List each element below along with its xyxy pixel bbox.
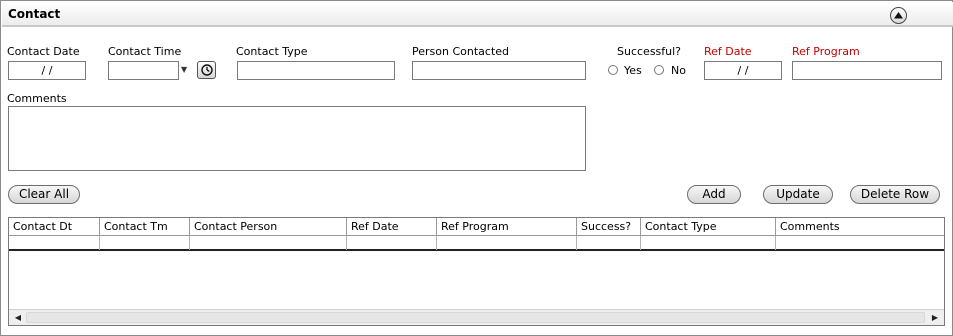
successful-yes-radio[interactable] [608,65,618,75]
contact-time-field[interactable] [108,61,179,80]
table-cell[interactable] [641,236,776,250]
comments-label: Comments [7,92,67,105]
contact-panel: Contact Contact Date Contact Time Contac… [0,0,953,336]
column-header-contact-type[interactable]: Contact Type [641,218,776,236]
table-cell[interactable] [776,236,944,250]
table-cell[interactable] [437,236,577,250]
ref-program-field[interactable] [792,61,942,80]
table-cell[interactable] [190,236,347,250]
column-header-contact-tm[interactable]: Contact Tm [100,218,190,236]
column-header-ref-program[interactable]: Ref Program [437,218,577,236]
contact-type-label: Contact Type [236,45,308,58]
collapse-button[interactable] [890,7,907,24]
ref-date-field[interactable]: / / [704,61,782,80]
column-header-contact-person[interactable]: Contact Person [190,218,347,236]
clear-all-button[interactable]: Clear All [8,185,80,204]
table-row[interactable] [9,236,944,251]
column-header-comments[interactable]: Comments [776,218,944,236]
successful-label: Successful? [617,45,682,58]
column-header-ref-date[interactable]: Ref Date [347,218,437,236]
update-button[interactable]: Update [763,185,833,204]
dropdown-arrow-icon[interactable]: ▼ [181,65,187,74]
comments-textarea[interactable] [8,106,586,171]
successful-no-label: No [671,64,686,77]
panel-header: Contact [2,2,953,27]
table-cell[interactable] [9,236,100,250]
contact-time-label: Contact Time [108,45,182,58]
table-cell[interactable] [577,236,641,250]
scroll-left-icon[interactable]: ◀ [10,311,26,325]
collapse-up-icon [894,12,903,19]
successful-yes-label: Yes [624,64,642,77]
scrollbar-thumb[interactable] [26,312,925,323]
person-contacted-label: Person Contacted [412,45,510,58]
panel-title: Contact [8,7,61,21]
column-header-success[interactable]: Success? [577,218,641,236]
horizontal-scrollbar[interactable]: ◀ ▶ [9,309,944,325]
contact-date-field[interactable]: / / [8,61,86,80]
table-cell[interactable] [347,236,437,250]
scroll-right-icon[interactable]: ▶ [927,311,943,325]
contact-type-field[interactable] [237,61,395,80]
column-header-contact-dt[interactable]: Contact Dt [9,218,100,236]
clock-icon [201,64,213,76]
table-cell[interactable] [100,236,190,250]
ref-date-label: Ref Date [704,45,752,58]
person-contacted-field[interactable] [412,61,586,80]
delete-row-button[interactable]: Delete Row [850,185,940,204]
contact-date-label: Contact Date [7,45,80,58]
add-button[interactable]: Add [687,185,741,204]
ref-program-label: Ref Program [792,45,860,58]
clock-button[interactable] [197,61,216,79]
successful-no-radio[interactable] [654,65,664,75]
grid-header: Contact Dt Contact Tm Contact Person Ref… [9,218,944,236]
contacts-grid: Contact Dt Contact Tm Contact Person Ref… [8,217,945,326]
